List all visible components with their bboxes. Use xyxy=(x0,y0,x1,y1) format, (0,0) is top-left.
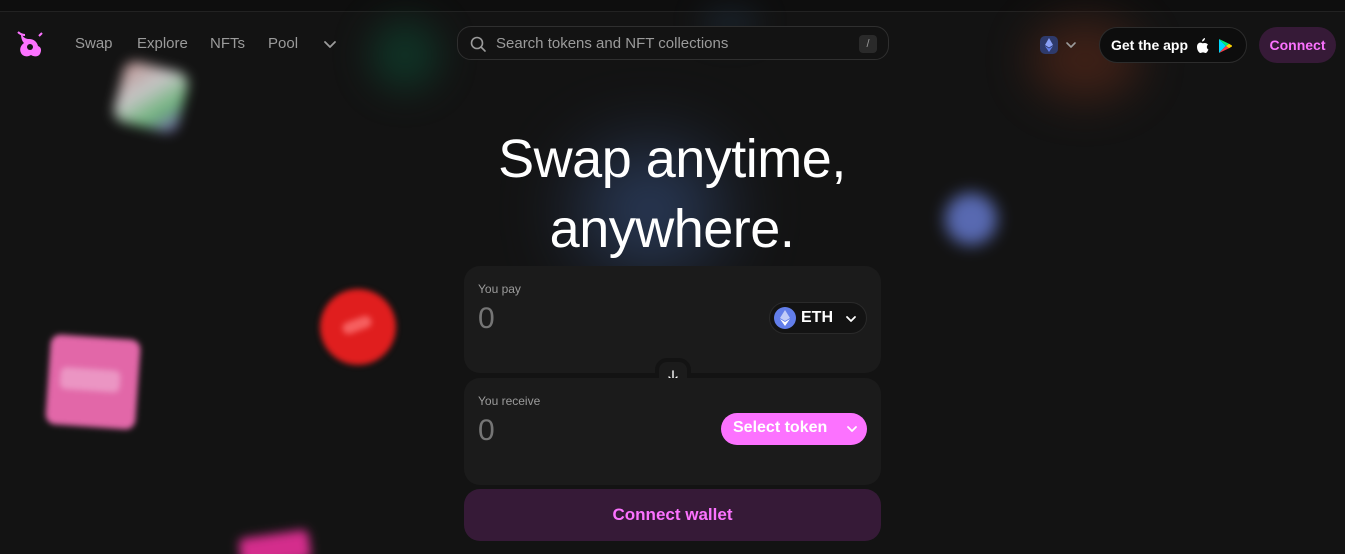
chevron-down-icon xyxy=(846,316,856,322)
nav-link-pool[interactable]: Pool xyxy=(268,35,298,52)
top-navigation: Swap Explore NFTs Pool / Get the app xyxy=(0,13,1345,77)
hero-heading-line-1: Swap anytime, xyxy=(498,129,846,189)
ethereum-network-icon xyxy=(1040,36,1058,54)
background-token-icon xyxy=(320,289,396,365)
chevron-down-icon xyxy=(1066,42,1076,48)
nav-link-swap[interactable]: Swap xyxy=(75,35,113,52)
select-token-button[interactable]: Select token xyxy=(721,413,867,445)
pay-amount-input[interactable] xyxy=(478,302,678,336)
receive-amount-input[interactable] xyxy=(478,414,678,448)
search-bar[interactable]: / xyxy=(457,26,889,60)
get-the-app-label: Get the app xyxy=(1111,37,1189,53)
hero-heading-line-2: anywhere. xyxy=(549,199,795,259)
background-token-icon xyxy=(44,333,142,431)
network-selector[interactable] xyxy=(1038,35,1080,55)
pay-token-selector[interactable]: ETH xyxy=(769,302,867,334)
you-pay-panel: You pay ETH xyxy=(464,266,881,373)
nav-link-nfts[interactable]: NFTs xyxy=(210,35,245,52)
search-input[interactable] xyxy=(496,28,836,58)
chevron-down-icon[interactable] xyxy=(321,35,339,53)
select-token-label: Select token xyxy=(733,419,828,436)
browser-top-bar xyxy=(0,0,1345,12)
connect-wallet-button[interactable]: Connect wallet xyxy=(464,489,881,541)
ethereum-token-icon xyxy=(774,307,796,329)
google-play-icon xyxy=(1219,39,1232,53)
pay-token-symbol: ETH xyxy=(801,309,833,326)
get-the-app-button[interactable]: Get the app xyxy=(1099,27,1247,63)
hero-heading: Swap anytime, anywhere. xyxy=(372,124,972,264)
background-token-icon xyxy=(238,529,312,554)
apple-icon xyxy=(1197,38,1209,53)
you-pay-label: You pay xyxy=(478,282,521,296)
you-receive-panel: You receive Select token xyxy=(464,378,881,485)
chevron-down-icon xyxy=(847,426,857,432)
you-receive-label: You receive xyxy=(478,394,541,408)
uniswap-logo-icon[interactable] xyxy=(15,30,45,60)
search-shortcut-badge: / xyxy=(859,35,877,53)
search-icon xyxy=(470,36,486,52)
connect-button[interactable]: Connect xyxy=(1259,27,1336,63)
nav-link-explore[interactable]: Explore xyxy=(137,35,188,52)
